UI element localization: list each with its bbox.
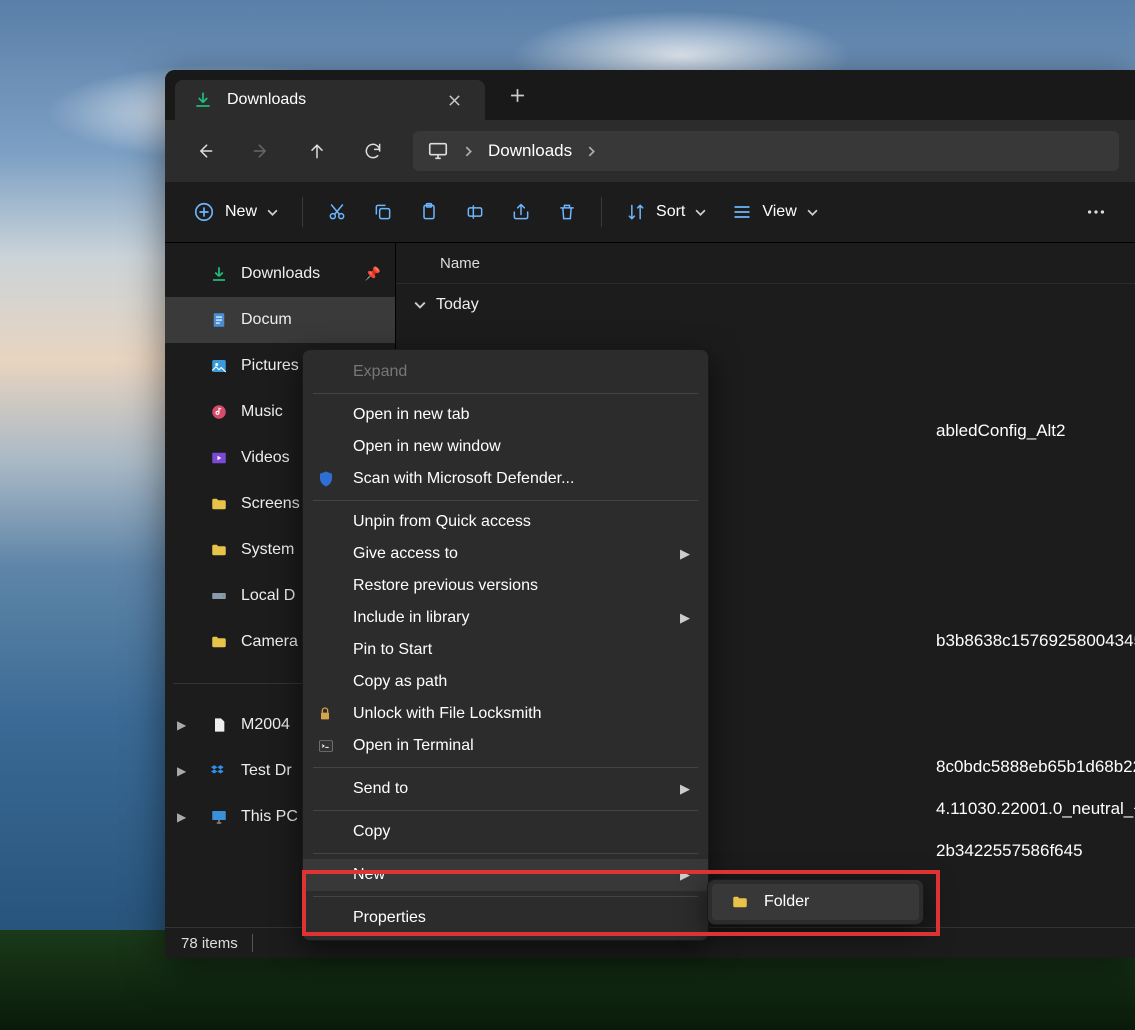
ctx-restore-versions[interactable]: Restore previous versions (303, 570, 708, 602)
paste-button[interactable] (409, 192, 449, 232)
up-button[interactable] (293, 131, 341, 171)
document-icon (209, 310, 229, 330)
folder-icon (730, 893, 750, 911)
ctx-copy-path[interactable]: Copy as path (303, 666, 708, 698)
navigation-bar: Downloads (165, 120, 1135, 182)
chevron-right-icon (586, 146, 597, 157)
sidebar-item-documents[interactable]: Docum (165, 297, 395, 343)
sort-button[interactable]: Sort (616, 192, 716, 232)
dropbox-icon (209, 761, 229, 781)
tab-downloads[interactable]: Downloads (175, 80, 485, 120)
command-bar: New Sort View (165, 182, 1135, 243)
folder-icon (209, 494, 229, 514)
chevron-right-icon: ▶ (680, 546, 690, 562)
picture-icon (209, 356, 229, 376)
chevron-right-icon: ▶ (680, 781, 690, 797)
context-submenu-new: Folder (707, 879, 924, 925)
ctx-send-to[interactable]: Send to▶ (303, 773, 708, 805)
chevron-right-icon (463, 146, 474, 157)
tab-close-button[interactable] (441, 87, 467, 113)
ctx-include-library[interactable]: Include in library▶ (303, 602, 708, 634)
chevron-down-icon (695, 207, 706, 218)
ctx-file-locksmith[interactable]: Unlock with File Locksmith (303, 698, 708, 730)
column-header-name[interactable]: Name (396, 243, 1135, 284)
new-tab-button[interactable] (499, 77, 535, 113)
view-button[interactable]: View (722, 192, 827, 232)
ctx-unpin-quick[interactable]: Unpin from Quick access (303, 506, 708, 538)
group-header-today[interactable]: Today (396, 284, 1135, 326)
ctx-open-terminal[interactable]: Open in Terminal (303, 730, 708, 762)
chevron-right-icon: ▶ (680, 867, 690, 883)
chevron-right-icon: ▶ (177, 764, 186, 778)
download-icon (209, 264, 229, 284)
breadcrumb-segment[interactable]: Downloads (488, 141, 572, 161)
sidebar-item-downloads[interactable]: Downloads 📌 (165, 251, 395, 297)
tab-title: Downloads (227, 91, 427, 109)
ctx-new[interactable]: New▶ (303, 859, 708, 891)
chevron-right-icon: ▶ (177, 718, 186, 732)
ctx-open-new-tab[interactable]: Open in new tab (303, 399, 708, 431)
copy-button[interactable] (363, 192, 403, 232)
chevron-right-icon: ▶ (177, 810, 186, 824)
address-bar[interactable]: Downloads (413, 131, 1119, 171)
chevron-right-icon: ▶ (680, 610, 690, 626)
ctx-copy[interactable]: Copy (303, 816, 708, 848)
pc-icon (209, 807, 229, 827)
monitor-icon (427, 140, 449, 162)
chevron-down-icon (267, 207, 278, 218)
shield-icon (317, 470, 339, 488)
refresh-button[interactable] (349, 131, 397, 171)
chevron-down-icon (807, 207, 818, 218)
lock-icon (317, 706, 339, 722)
ctx-pin-start[interactable]: Pin to Start (303, 634, 708, 666)
share-button[interactable] (501, 192, 541, 232)
item-count: 78 items (181, 935, 238, 952)
chevron-down-icon (414, 299, 426, 311)
tab-strip: Downloads (165, 70, 1135, 120)
ctx-properties[interactable]: Properties (303, 902, 708, 934)
file-icon (209, 715, 229, 735)
ctx-give-access[interactable]: Give access to▶ (303, 538, 708, 570)
pin-icon: 📌 (365, 266, 381, 282)
rename-button[interactable] (455, 192, 495, 232)
music-icon (209, 402, 229, 422)
ctx-new-folder[interactable]: Folder (712, 884, 919, 920)
ctx-open-new-window[interactable]: Open in new window (303, 431, 708, 463)
folder-icon (209, 632, 229, 652)
new-button[interactable]: New (183, 192, 288, 232)
back-button[interactable] (181, 131, 229, 171)
forward-button[interactable] (237, 131, 285, 171)
video-icon (209, 448, 229, 468)
drive-icon (209, 586, 229, 606)
cut-button[interactable] (317, 192, 357, 232)
delete-button[interactable] (547, 192, 587, 232)
ctx-scan-defender[interactable]: Scan with Microsoft Defender... (303, 463, 708, 495)
download-icon (193, 90, 213, 110)
context-menu: Expand Open in new tab Open in new windo… (302, 349, 709, 941)
more-button[interactable] (1075, 192, 1117, 232)
folder-icon (209, 540, 229, 560)
terminal-icon (317, 738, 339, 754)
ctx-expand: Expand (303, 356, 708, 388)
